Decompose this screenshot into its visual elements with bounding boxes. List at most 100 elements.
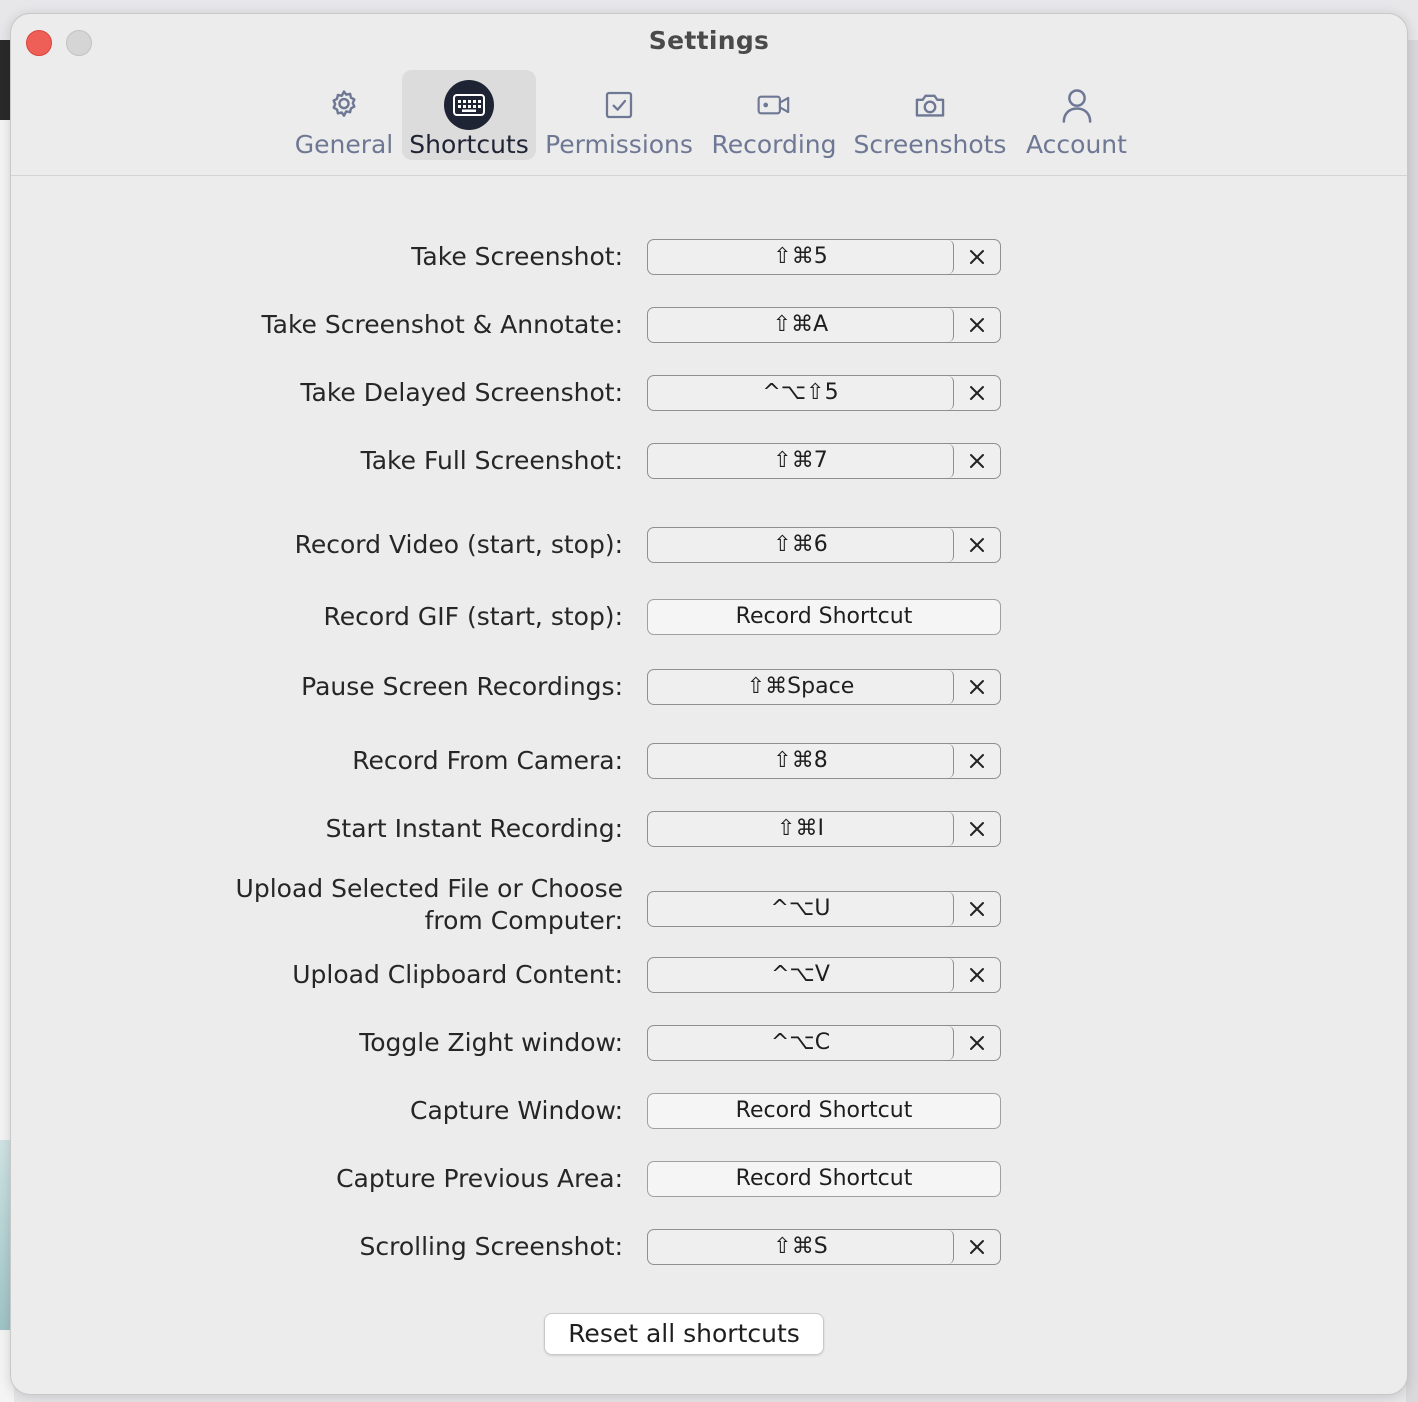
tab-general[interactable]: General: [291, 70, 397, 160]
shortcut-keys[interactable]: ^⌥⇧5: [648, 376, 954, 410]
tab-recording[interactable]: Recording: [709, 70, 839, 160]
close-icon: [970, 1036, 984, 1050]
shortcut-field[interactable]: ⇧⌘5: [647, 239, 1001, 275]
close-icon: [970, 454, 984, 468]
shortcut-row-toggle-window: Toggle Zight window: ^⌥C: [11, 1025, 1407, 1061]
reset-all-shortcuts-button[interactable]: Reset all shortcuts: [544, 1313, 824, 1355]
shortcut-field[interactable]: ⇧⌘A: [647, 307, 1001, 343]
shortcut-keys[interactable]: ⇧⌘I: [648, 812, 954, 846]
user-icon: [1052, 80, 1102, 130]
shortcut-keys[interactable]: ⇧⌘Space: [648, 670, 954, 704]
shortcut-label: Take Screenshot:: [411, 242, 623, 271]
shortcut-keys[interactable]: ^⌥C: [648, 1026, 954, 1060]
shortcut-keys[interactable]: ⇧⌘5: [648, 240, 954, 274]
window-title: Settings: [648, 26, 770, 55]
shortcut-row-instant-recording: Start Instant Recording: ⇧⌘I: [11, 811, 1407, 847]
shortcut-field[interactable]: ^⌥⇧5: [647, 375, 1001, 411]
shortcut-label: Capture Previous Area:: [336, 1164, 623, 1193]
shortcut-label: Take Screenshot & Annotate:: [261, 310, 624, 339]
tab-permissions[interactable]: Permissions: [543, 70, 695, 160]
close-icon: [970, 680, 984, 694]
close-icon: [970, 754, 984, 768]
shortcut-keys[interactable]: ⇧⌘A: [648, 308, 954, 342]
shortcut-row-upload-clipboard: Upload Clipboard Content: ^⌥V: [11, 957, 1407, 993]
settings-window: Settings General Shortcuts Permissions R…: [10, 13, 1408, 1395]
shortcut-field[interactable]: ⇧⌘I: [647, 811, 1001, 847]
shortcut-row-pause-recordings: Pause Screen Recordings: ⇧⌘Space: [11, 669, 1407, 705]
shortcut-field[interactable]: ⇧⌘6: [647, 527, 1001, 563]
shortcut-field[interactable]: ^⌥C: [647, 1025, 1001, 1061]
shortcut-label: Upload Selected File or Choose from Compu…: [236, 873, 623, 937]
record-shortcut-button[interactable]: Record Shortcut: [647, 599, 1001, 635]
camera-icon: [905, 80, 955, 130]
tab-shortcuts[interactable]: Shortcuts: [402, 70, 536, 160]
shortcut-label: Upload Clipboard Content:: [292, 960, 623, 989]
tab-recording-label: Recording: [711, 130, 837, 159]
shortcut-label: Record From Camera:: [352, 746, 623, 775]
shortcut-field[interactable]: ⇧⌘Space: [647, 669, 1001, 705]
shortcut-keys[interactable]: ^⌥V: [648, 958, 954, 992]
shortcut-field[interactable]: ^⌥V: [647, 957, 1001, 993]
shortcut-row-scrolling-screenshot: Scrolling Screenshot: ⇧⌘S: [11, 1229, 1407, 1265]
titlebar: Settings General Shortcuts Permissions R…: [11, 14, 1407, 176]
video-camera-icon: [749, 80, 799, 130]
shortcut-label-line1: Upload Selected File or Choose: [235, 874, 623, 903]
shortcut-label: Record Video (start, stop):: [294, 530, 623, 559]
shortcut-keys[interactable]: ⇧⌘7: [648, 444, 954, 478]
settings-tabs: General Shortcuts Permissions Recording …: [11, 70, 1407, 160]
shortcut-label-line2: from Computer:: [424, 906, 623, 935]
shortcut-field[interactable]: ⇧⌘S: [647, 1229, 1001, 1265]
clear-shortcut-button[interactable]: [954, 670, 1000, 704]
shortcut-keys[interactable]: ⇧⌘6: [648, 528, 954, 562]
tab-permissions-label: Permissions: [545, 130, 693, 159]
record-shortcut-button[interactable]: Record Shortcut: [647, 1161, 1001, 1197]
clear-shortcut-button[interactable]: [954, 308, 1000, 342]
gear-icon: [319, 80, 369, 130]
record-shortcut-button[interactable]: Record Shortcut: [647, 1093, 1001, 1129]
checkbox-icon: [594, 80, 644, 130]
clear-shortcut-button[interactable]: [954, 444, 1000, 478]
clear-shortcut-button[interactable]: [954, 892, 1000, 926]
shortcut-keys[interactable]: ⇧⌘S: [648, 1230, 954, 1264]
shortcut-label: Toggle Zight window:: [359, 1028, 623, 1057]
shortcut-label: Take Delayed Screenshot:: [300, 378, 623, 407]
shortcut-label: Record GIF (start, stop):: [323, 602, 623, 631]
shortcut-label: Start Instant Recording:: [325, 814, 623, 843]
shortcut-row-capture-window: Capture Window: Record Shortcut: [11, 1093, 1407, 1129]
close-icon: [970, 386, 984, 400]
shortcut-row-screenshot-annotate: Take Screenshot & Annotate: ⇧⌘A: [11, 307, 1407, 343]
shortcut-label: Pause Screen Recordings:: [301, 672, 623, 701]
tab-screenshots[interactable]: Screenshots: [851, 70, 1009, 160]
shortcut-field[interactable]: ^⌥U: [647, 891, 1001, 927]
close-icon: [970, 250, 984, 264]
clear-shortcut-button[interactable]: [954, 528, 1000, 562]
shortcut-field[interactable]: ⇧⌘7: [647, 443, 1001, 479]
tab-screenshots-label: Screenshots: [853, 130, 1007, 159]
shortcut-row-take-screenshot: Take Screenshot: ⇧⌘5: [11, 239, 1407, 275]
tab-account[interactable]: Account: [1022, 70, 1132, 160]
clear-shortcut-button[interactable]: [954, 744, 1000, 778]
tab-shortcuts-label: Shortcuts: [409, 130, 529, 159]
close-icon: [970, 822, 984, 836]
shortcut-label: Capture Window:: [410, 1096, 623, 1125]
close-icon: [970, 1240, 984, 1254]
shortcut-label: Scrolling Screenshot:: [359, 1232, 623, 1261]
shortcut-row-record-camera: Record From Camera: ⇧⌘8: [11, 743, 1407, 779]
close-icon: [970, 902, 984, 916]
close-icon: [970, 968, 984, 982]
clear-shortcut-button[interactable]: [954, 1026, 1000, 1060]
clear-shortcut-button[interactable]: [954, 240, 1000, 274]
clear-shortcut-button[interactable]: [954, 376, 1000, 410]
clear-shortcut-button[interactable]: [954, 958, 1000, 992]
shortcut-field[interactable]: ⇧⌘8: [647, 743, 1001, 779]
tab-general-label: General: [294, 130, 394, 159]
shortcut-row-upload-file: Upload Selected File or Choose from Compu…: [11, 874, 1407, 935]
tab-account-label: Account: [1026, 130, 1127, 159]
close-icon: [970, 318, 984, 332]
shortcut-row-full-screenshot: Take Full Screenshot: ⇧⌘7: [11, 443, 1407, 479]
clear-shortcut-button[interactable]: [954, 1230, 1000, 1264]
shortcut-label: Take Full Screenshot:: [360, 446, 623, 475]
shortcut-keys[interactable]: ⇧⌘8: [648, 744, 954, 778]
shortcut-keys[interactable]: ^⌥U: [648, 892, 954, 926]
clear-shortcut-button[interactable]: [954, 812, 1000, 846]
